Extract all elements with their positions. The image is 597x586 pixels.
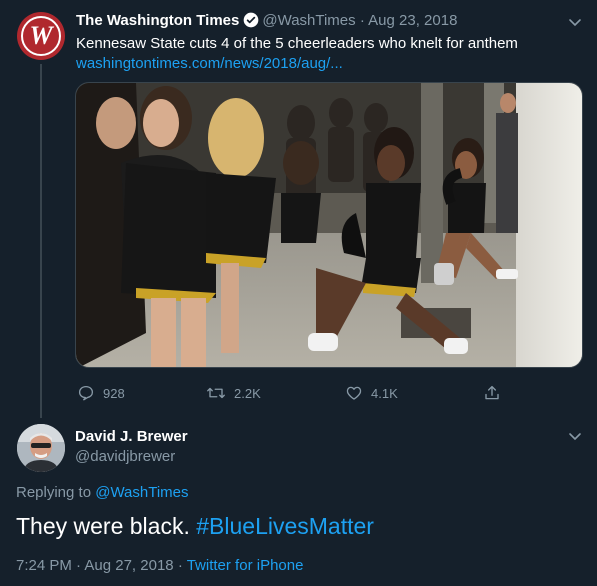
share-button[interactable] <box>483 384 501 402</box>
hashtag-link[interactable]: #BlueLivesMatter <box>196 513 374 539</box>
display-name[interactable]: The Washington Times <box>76 12 239 29</box>
handle[interactable]: @WashTimes <box>262 12 355 29</box>
separator-dot: · <box>76 557 82 574</box>
chevron-down-icon[interactable] <box>567 428 583 449</box>
reply-count: 928 <box>103 385 125 401</box>
replying-to-label: Replying to <box>16 484 96 501</box>
tweet-meta: 7:24 PM · Aug 27, 2018 · Twitter for iPh… <box>16 557 303 574</box>
tweet-time[interactable]: 7:24 PM <box>16 557 72 574</box>
david-brewer-avatar[interactable] <box>17 424 65 472</box>
reply-button[interactable]: 928 <box>77 384 125 402</box>
heart-icon <box>346 386 362 400</box>
separator-dot: · <box>177 557 183 574</box>
thread-connector-line <box>40 64 42 418</box>
washington-times-avatar[interactable]: W <box>17 12 65 60</box>
article-link[interactable]: washingtontimes.com/news/2018/aug/... <box>76 54 343 74</box>
tweet-source[interactable]: Twitter for iPhone <box>187 557 304 574</box>
separator-dot: · <box>359 12 365 29</box>
handle[interactable]: @davidjbrewer <box>75 448 175 465</box>
retweet-button[interactable]: 2.2K <box>206 384 261 402</box>
tweet-text-plain: They were black. <box>16 513 197 539</box>
like-button[interactable]: 4.1K <box>345 384 398 402</box>
display-name[interactable]: David J. Brewer <box>75 428 188 445</box>
tweet-date[interactable]: Aug 27, 2018 <box>84 557 173 574</box>
tweet-text: They were black. #BlueLivesMatter <box>16 510 374 542</box>
tweet-photo[interactable] <box>75 82 583 368</box>
tweet-text: Kennesaw State cuts 4 of the 5 cheerlead… <box>76 35 518 52</box>
chevron-down-icon[interactable] <box>567 14 583 35</box>
like-count: 4.1K <box>371 385 398 401</box>
tweet-header: The Washington Times @WashTimes · Aug 23,… <box>76 11 457 34</box>
cheerleaders-photo <box>76 83 582 367</box>
replying-to: Replying to @WashTimes <box>16 484 189 501</box>
tweet-date[interactable]: Aug 23, 2018 <box>368 12 457 29</box>
reply-icon <box>78 385 94 401</box>
share-icon <box>485 385 499 400</box>
washington-times-logo: W <box>21 16 61 56</box>
profile-photo <box>17 424 65 472</box>
replying-to-handle[interactable]: @WashTimes <box>95 484 188 501</box>
retweet-count: 2.2K <box>234 385 261 401</box>
retweet-icon <box>207 387 225 399</box>
verified-badge-icon <box>243 12 259 34</box>
